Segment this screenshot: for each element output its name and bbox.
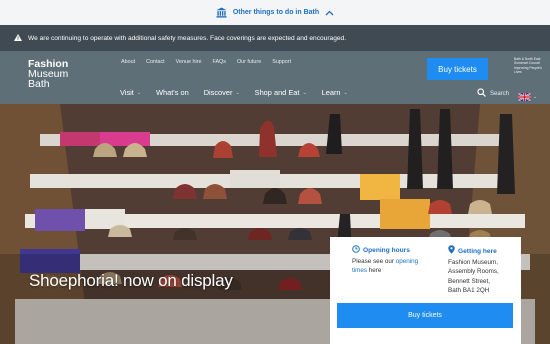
nav-link-contact[interactable]: Contact: [146, 59, 165, 65]
main-nav-discover[interactable]: Discover ⌄: [204, 88, 240, 97]
main-nav-visit[interactable]: Visit ⌄: [120, 88, 141, 97]
address-line-2: Assembly Rooms,: [448, 268, 499, 276]
card-buy-tickets-button[interactable]: Buy tickets: [337, 303, 513, 328]
main-nav-shop-and-eat[interactable]: Shop and Eat ⌄: [255, 88, 307, 97]
chevron-down-icon: ⌄: [302, 89, 307, 96]
warning-icon: [14, 33, 22, 43]
opening-hours-section: Opening hours Please see our opening tim…: [352, 245, 432, 276]
opening-hours-text: Please see our opening times here: [352, 257, 432, 275]
getting-here-section: Getting here Fashion Museum, Assembly Ro…: [448, 245, 514, 295]
getting-here-title: Getting here: [458, 247, 497, 255]
search-icon: [477, 88, 486, 99]
council-logo[interactable]: Bath & North East Somerset Council Impro…: [514, 57, 548, 75]
chevron-down-icon: ⌄: [533, 94, 538, 100]
address-line-4: Bath BA1 2QH: [448, 286, 490, 294]
museum-building-icon: [216, 7, 227, 18]
main-nav: Visit ⌄ What's on Discover ⌄ Shop and Eat ⌄…: [120, 88, 348, 97]
address-line-1: Fashion Museum,: [448, 259, 499, 267]
safety-alert: We are continuing to operate with additi…: [0, 25, 550, 51]
address-line-3: Bennett Street,: [448, 277, 491, 285]
fashion-museum-logo[interactable]: Fashion Museum Bath: [28, 59, 68, 90]
chevron-up-icon: [325, 10, 334, 16]
chevron-down-icon: ⌄: [343, 89, 348, 96]
opening-hours-text-after: here: [367, 267, 382, 275]
getting-here-heading: Getting here: [448, 245, 514, 257]
clock-icon: [352, 245, 360, 256]
main-nav-label: Shop and Eat: [254, 88, 300, 97]
utility-nav: About Contact Venue hire FAQs Our future…: [121, 59, 291, 65]
site-header: Fashion Museum Bath About Contact Venue …: [0, 51, 550, 104]
main-nav-label: Visit: [120, 88, 134, 97]
main-nav-label: Learn: [321, 88, 341, 97]
opening-hours-heading: Opening hours: [352, 245, 432, 256]
chevron-down-icon: ⌄: [136, 89, 142, 96]
logo-line-3: Bath: [28, 78, 50, 90]
visit-info-card: Opening hours Please see our opening tim…: [330, 237, 521, 344]
search-label: Search: [490, 90, 510, 97]
main-nav-label: What's on: [156, 88, 189, 97]
council-line-3: Improving People's Lives: [514, 65, 542, 75]
search-button[interactable]: Search: [477, 88, 509, 99]
hero-title: Shoephoria! now on display: [29, 271, 233, 290]
nav-link-venue-hire[interactable]: Venue hire: [176, 59, 202, 65]
alert-text: We are continuing to operate with additi…: [28, 34, 347, 42]
other-things-label: Other things to do in Bath: [232, 9, 320, 16]
chevron-down-icon: ⌄: [235, 89, 240, 96]
main-nav-label: Discover: [203, 88, 233, 97]
opening-hours-text-before: Please see our: [352, 258, 396, 266]
main-nav-whats-on[interactable]: What's on: [156, 88, 189, 97]
buy-tickets-button[interactable]: Buy tickets: [427, 58, 488, 80]
main-nav-learn[interactable]: Learn ⌄: [322, 88, 348, 97]
opening-hours-title: Opening hours: [363, 247, 410, 254]
nav-link-support[interactable]: Support: [272, 59, 291, 65]
location-pin-icon: [448, 245, 455, 257]
other-things-bar[interactable]: Other things to do in Bath: [0, 0, 550, 25]
nav-link-about[interactable]: About: [121, 59, 135, 65]
nav-link-our-future[interactable]: Our future: [237, 59, 261, 65]
nav-link-faqs[interactable]: FAQs: [212, 59, 225, 65]
